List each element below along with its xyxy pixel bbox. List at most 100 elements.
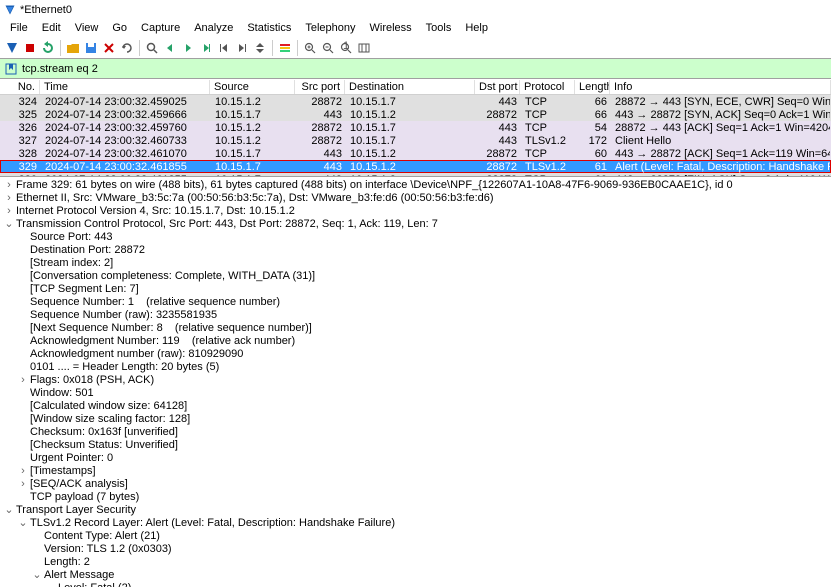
zoom-out-icon[interactable] <box>320 40 336 56</box>
packet-row[interactable]: 3252024-07-14 23:00:32.45966610.15.1.744… <box>0 108 831 121</box>
expand-icon[interactable]: › <box>4 179 14 192</box>
menu-statistics[interactable]: Statistics <box>241 20 297 36</box>
packet-list-header[interactable]: No. Time Source Src port Destination Dst… <box>0 79 831 95</box>
collapse-icon[interactable]: ⌄ <box>18 517 28 530</box>
tree-tcp-wsf[interactable]: [Window size scaling factor: 128] <box>2 413 829 426</box>
menu-telephony[interactable]: Telephony <box>299 20 361 36</box>
tree-tcp-ackraw[interactable]: Acknowledgment number (raw): 810929090 <box>2 348 829 361</box>
cell-dst: 10.15.1.7 <box>346 122 476 134</box>
svg-text:1: 1 <box>343 41 349 52</box>
cell-proto: TCP <box>521 109 576 121</box>
packet-list-pane[interactable]: No. Time Source Src port Destination Dst… <box>0 79 831 177</box>
tree-tcp-cstat[interactable]: [Checksum Status: Unverified] <box>2 439 829 452</box>
tree-tcp-win[interactable]: Window: 501 <box>2 387 829 400</box>
tree-tcp-seglen[interactable]: [TCP Segment Len: 7] <box>2 283 829 296</box>
menu-analyze[interactable]: Analyze <box>188 20 239 36</box>
expand-icon[interactable]: › <box>18 478 28 491</box>
tree-tcp-urg[interactable]: Urgent Pointer: 0 <box>2 452 829 465</box>
tree-tls-contenttype[interactable]: Content Type: Alert (21) <box>2 530 829 543</box>
display-filter-input[interactable] <box>22 63 827 75</box>
open-file-icon[interactable] <box>65 40 81 56</box>
menu-tools[interactable]: Tools <box>420 20 458 36</box>
tree-tcp-stream[interactable]: [Stream index: 2] <box>2 257 829 270</box>
tree-tls-alertmsg[interactable]: ⌄Alert Message <box>2 569 829 582</box>
tree-tcp-nseq[interactable]: [Next Sequence Number: 8 (relative seque… <box>2 322 829 335</box>
packet-row[interactable]: 3292024-07-14 23:00:32.46185510.15.1.744… <box>0 160 831 173</box>
cell-no: 325 <box>1 109 41 121</box>
resize-columns-icon[interactable] <box>356 40 372 56</box>
tree-tcp-ts[interactable]: ›[Timestamps] <box>2 465 829 478</box>
expand-icon[interactable]: › <box>18 465 28 478</box>
collapse-icon[interactable]: ⌄ <box>32 569 42 582</box>
col-destination[interactable]: Destination <box>345 80 475 94</box>
tree-tls-length[interactable]: Length: 2 <box>2 556 829 569</box>
go-back-icon[interactable] <box>162 40 178 56</box>
menu-capture[interactable]: Capture <box>135 20 186 36</box>
colorize-icon[interactable] <box>277 40 293 56</box>
tree-tcp-hlen[interactable]: 0101 .... = Header Length: 20 bytes (5) <box>2 361 829 374</box>
col-no[interactable]: No. <box>0 80 40 94</box>
expand-icon[interactable]: › <box>18 374 28 387</box>
col-dstport[interactable]: Dst port <box>475 80 520 94</box>
expand-icon[interactable]: › <box>4 205 14 218</box>
packet-row[interactable]: 3282024-07-14 23:00:32.46107010.15.1.744… <box>0 147 831 160</box>
packet-row[interactable]: 3262024-07-14 23:00:32.45976010.15.1.228… <box>0 121 831 134</box>
col-protocol[interactable]: Protocol <box>520 80 575 94</box>
packet-row[interactable]: 3242024-07-14 23:00:32.45902510.15.1.228… <box>0 95 831 108</box>
col-info[interactable]: Info <box>610 80 831 94</box>
menu-file[interactable]: File <box>4 20 34 36</box>
cell-info: Client Hello <box>611 135 830 147</box>
close-file-icon[interactable] <box>101 40 117 56</box>
zoom-reset-icon[interactable]: 1 <box>338 40 354 56</box>
first-packet-icon[interactable] <box>216 40 232 56</box>
save-file-icon[interactable] <box>83 40 99 56</box>
tree-tls[interactable]: ⌄Transport Layer Security <box>2 504 829 517</box>
col-time[interactable]: Time <box>40 80 210 94</box>
reload-icon[interactable] <box>119 40 135 56</box>
col-srcport[interactable]: Src port <box>295 80 345 94</box>
tree-tcp-dstport[interactable]: Destination Port: 28872 <box>2 244 829 257</box>
tree-tcp-payload[interactable]: TCP payload (7 bytes) <box>2 491 829 504</box>
menu-help[interactable]: Help <box>459 20 494 36</box>
filter-bookmark-icon[interactable] <box>4 62 18 76</box>
restart-capture-icon[interactable] <box>40 40 56 56</box>
expand-icon[interactable]: › <box>4 192 14 205</box>
tree-tcp[interactable]: ⌄Transmission Control Protocol, Src Port… <box>2 218 829 231</box>
tree-tcp-csum[interactable]: Checksum: 0x163f [unverified] <box>2 426 829 439</box>
tree-tcp-flags[interactable]: ›Flags: 0x018 (PSH, ACK) <box>2 374 829 387</box>
collapse-icon[interactable]: ⌄ <box>4 218 14 231</box>
last-packet-icon[interactable] <box>234 40 250 56</box>
col-length[interactable]: Length <box>575 80 610 94</box>
cell-dst: 10.15.1.7 <box>346 96 476 108</box>
tree-tls-version[interactable]: Version: TLS 1.2 (0x0303) <box>2 543 829 556</box>
menu-wireless[interactable]: Wireless <box>364 20 418 36</box>
tree-tls-record[interactable]: ⌄TLSv1.2 Record Layer: Alert (Level: Fat… <box>2 517 829 530</box>
menu-edit[interactable]: Edit <box>36 20 67 36</box>
tree-tcp-conv[interactable]: [Conversation completeness: Complete, WI… <box>2 270 829 283</box>
packet-details-pane[interactable]: ›Frame 329: 61 bytes on wire (488 bits),… <box>0 177 831 587</box>
tree-tcp-srcport[interactable]: Source Port: 443 <box>2 231 829 244</box>
tree-tcp-seqack[interactable]: ›[SEQ/ACK analysis] <box>2 478 829 491</box>
tree-tcp-cwin[interactable]: [Calculated window size: 64128] <box>2 400 829 413</box>
col-source[interactable]: Source <box>210 80 295 94</box>
tree-tls-level[interactable]: Level: Fatal (2) <box>2 582 829 587</box>
tree-tcp-ack[interactable]: Acknowledgment Number: 119 (relative ack… <box>2 335 829 348</box>
find-packet-icon[interactable] <box>144 40 160 56</box>
zoom-in-icon[interactable] <box>302 40 318 56</box>
go-forward-icon[interactable] <box>180 40 196 56</box>
menu-go[interactable]: Go <box>106 20 133 36</box>
tree-ethernet[interactable]: ›Ethernet II, Src: VMware_b3:5c:7a (00:5… <box>2 192 829 205</box>
packet-row[interactable]: 3272024-07-14 23:00:32.46073310.15.1.228… <box>0 134 831 147</box>
cell-sport: 28872 <box>296 96 346 108</box>
auto-scroll-icon[interactable] <box>252 40 268 56</box>
start-capture-icon[interactable] <box>4 40 20 56</box>
tree-ip[interactable]: ›Internet Protocol Version 4, Src: 10.15… <box>2 205 829 218</box>
tree-tcp-seq[interactable]: Sequence Number: 1 (relative sequence nu… <box>2 296 829 309</box>
tree-tcp-seqraw[interactable]: Sequence Number (raw): 3235581935 <box>2 309 829 322</box>
cell-proto: TLSv1.2 <box>521 135 576 147</box>
menu-view[interactable]: View <box>69 20 105 36</box>
stop-capture-icon[interactable] <box>22 40 38 56</box>
collapse-icon[interactable]: ⌄ <box>4 504 14 517</box>
goto-packet-icon[interactable] <box>198 40 214 56</box>
tree-frame[interactable]: ›Frame 329: 61 bytes on wire (488 bits),… <box>2 179 829 192</box>
